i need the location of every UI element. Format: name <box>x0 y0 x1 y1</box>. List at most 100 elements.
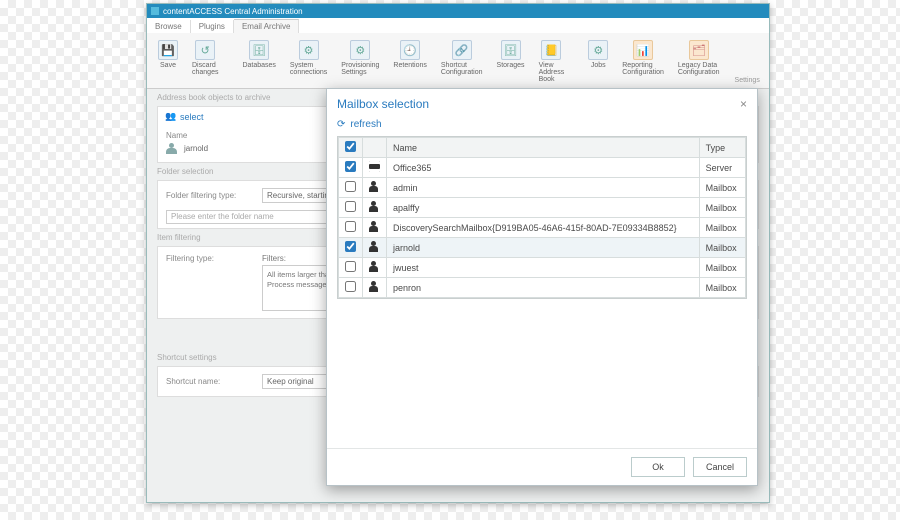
folder-name-placeholder: Please enter the folder name <box>171 212 274 221</box>
ribbon-icon: 🗄 <box>249 40 269 60</box>
ribbon-databases[interactable]: 🗄 Databases <box>237 37 280 72</box>
ribbon-icon: ⚙ <box>588 40 608 60</box>
user-icon <box>369 281 380 292</box>
row-name: apalffy <box>387 198 700 218</box>
select-icon: 👥 <box>166 112 176 122</box>
header-icon-cell <box>363 138 387 158</box>
ribbon-retentions[interactable]: 🕘Retentions <box>388 37 431 72</box>
ribbon-label: Shortcut Configuration <box>441 62 483 76</box>
user-icon <box>369 261 380 272</box>
ribbon-icon: ↺ <box>195 40 215 60</box>
filter-type-label: Filtering type: <box>166 254 256 263</box>
ribbon-icon: ⚙ <box>299 40 319 60</box>
table-row[interactable]: Office365Server <box>339 158 746 178</box>
ribbon-reporting-configuration[interactable]: 📊 Reporting Configuration <box>617 37 669 79</box>
row-checkbox[interactable] <box>345 261 356 272</box>
table-row[interactable]: DiscoverySearchMailbox{D919BA05-46A6-415… <box>339 218 746 238</box>
ribbon-icon: ⚙ <box>350 40 370 60</box>
ribbon-system-connections[interactable]: ⚙ System connections <box>285 37 332 79</box>
table-row[interactable]: adminMailbox <box>339 178 746 198</box>
table-row[interactable]: jwuestMailbox <box>339 258 746 278</box>
ribbon-icon: 🗄 <box>501 40 521 60</box>
row-type: Mailbox <box>699 218 745 238</box>
ribbon-icon: 💾 <box>158 40 178 60</box>
row-type: Mailbox <box>699 198 745 218</box>
close-icon[interactable]: × <box>740 97 747 111</box>
header-checkbox-cell[interactable] <box>339 138 363 158</box>
name-column-header: Name <box>166 131 226 140</box>
ribbon-icon: 🗂 <box>689 40 709 60</box>
row-checkbox[interactable] <box>345 281 356 292</box>
ribbon-group-label: Settings <box>729 77 766 84</box>
ribbon-label: Jobs <box>591 62 606 69</box>
row-checkbox[interactable] <box>345 161 356 172</box>
ribbon-label: Retentions <box>393 62 426 69</box>
ribbon-icon: 🔗 <box>452 40 472 60</box>
dialog-header: Mailbox selection × <box>327 89 757 119</box>
ribbon-provisioning-settings[interactable]: ⚙ Provisioning Settings <box>336 37 384 79</box>
user-icon <box>369 181 380 192</box>
dialog-buttons: Ok Cancel <box>327 448 757 485</box>
ribbon-label: Databases <box>242 62 275 69</box>
ribbon-icon: 📊 <box>633 40 653 60</box>
ribbon-discard-changes[interactable]: ↺ Discard changes <box>187 37 223 79</box>
folder-type-label: Folder filtering type: <box>166 191 256 200</box>
row-checkbox[interactable] <box>345 221 356 232</box>
cancel-button[interactable]: Cancel <box>693 457 747 477</box>
tab-browse[interactable]: Browse <box>147 20 191 33</box>
server-icon <box>369 161 380 172</box>
header-checkbox[interactable] <box>345 141 356 152</box>
app-title: contentACCESS Central Administration <box>163 7 303 16</box>
mailbox-selection-dialog: Mailbox selection × ⟳ refresh Name Type <box>326 88 758 486</box>
grid-header-row: Name Type <box>339 138 746 158</box>
ribbon-tabs: Browse Plugins Email Archive <box>147 18 769 33</box>
row-name: penron <box>387 278 700 298</box>
row-type: Mailbox <box>699 278 745 298</box>
table-row[interactable]: apalffyMailbox <box>339 198 746 218</box>
col-name[interactable]: Name <box>387 138 700 158</box>
row-name: jwuest <box>387 258 700 278</box>
titlebar: contentACCESS Central Administration <box>147 4 769 18</box>
ribbon-label: System connections <box>290 62 327 76</box>
row-checkbox[interactable] <box>345 241 356 252</box>
ribbon-shortcut-configuration[interactable]: 🔗 Shortcut Configuration <box>436 37 488 79</box>
ribbon-label: Legacy Data Configuration <box>678 62 720 76</box>
ribbon-label: Reporting Configuration <box>622 62 664 76</box>
refresh-link[interactable]: ⟳ refresh <box>337 119 382 130</box>
tab-plugins[interactable]: Plugins <box>191 20 234 33</box>
row-name: DiscoverySearchMailbox{D919BA05-46A6-415… <box>387 218 700 238</box>
user-icon <box>369 241 380 252</box>
table-row[interactable]: jarnoldMailbox <box>339 238 746 258</box>
ribbon-storages[interactable]: 🗄 Storages <box>492 37 530 72</box>
ribbon-legacy-data-configuration[interactable]: 🗂 Legacy Data Configuration <box>673 37 725 79</box>
mailbox-grid: Name Type Office365ServeradminMailboxapa… <box>337 136 747 299</box>
row-name: admin <box>387 178 700 198</box>
row-name: Office365 <box>387 158 700 178</box>
ribbon-label: Provisioning Settings <box>341 62 379 76</box>
ribbon-view-address-book[interactable]: 📒View Address Book <box>534 37 570 86</box>
ribbon-label: Discard changes <box>192 62 218 76</box>
row-type: Server <box>699 158 745 178</box>
row-checkbox[interactable] <box>345 181 356 192</box>
ribbon-label: View Address Book <box>539 62 565 83</box>
refresh-icon: ⟳ <box>337 119 345 130</box>
ribbon-jobs[interactable]: ⚙ Jobs <box>583 37 613 72</box>
ribbon-save[interactable]: 💾 Save <box>153 37 183 72</box>
col-type[interactable]: Type <box>699 138 745 158</box>
user-icon <box>369 221 380 232</box>
select-link-label: select <box>180 112 204 122</box>
ribbon-label: Storages <box>497 62 525 69</box>
row-checkbox[interactable] <box>345 201 356 212</box>
user-icon <box>166 143 178 155</box>
row-name: jarnold <box>387 238 700 258</box>
ribbon: 💾 Save ↺ Discard changes 🗄 Databases ⚙ System c… <box>147 33 769 89</box>
app-logo-icon <box>151 7 159 15</box>
user-icon <box>369 201 380 212</box>
select-link[interactable]: 👥 select <box>166 112 204 122</box>
selected-user: jarnold <box>184 144 208 153</box>
table-row[interactable]: penronMailbox <box>339 278 746 298</box>
ribbon-label: Save <box>160 62 176 69</box>
ok-button[interactable]: Ok <box>631 457 685 477</box>
shortcut-name-value: Keep original <box>267 377 314 386</box>
tab-email-archive[interactable]: Email Archive <box>234 19 299 33</box>
